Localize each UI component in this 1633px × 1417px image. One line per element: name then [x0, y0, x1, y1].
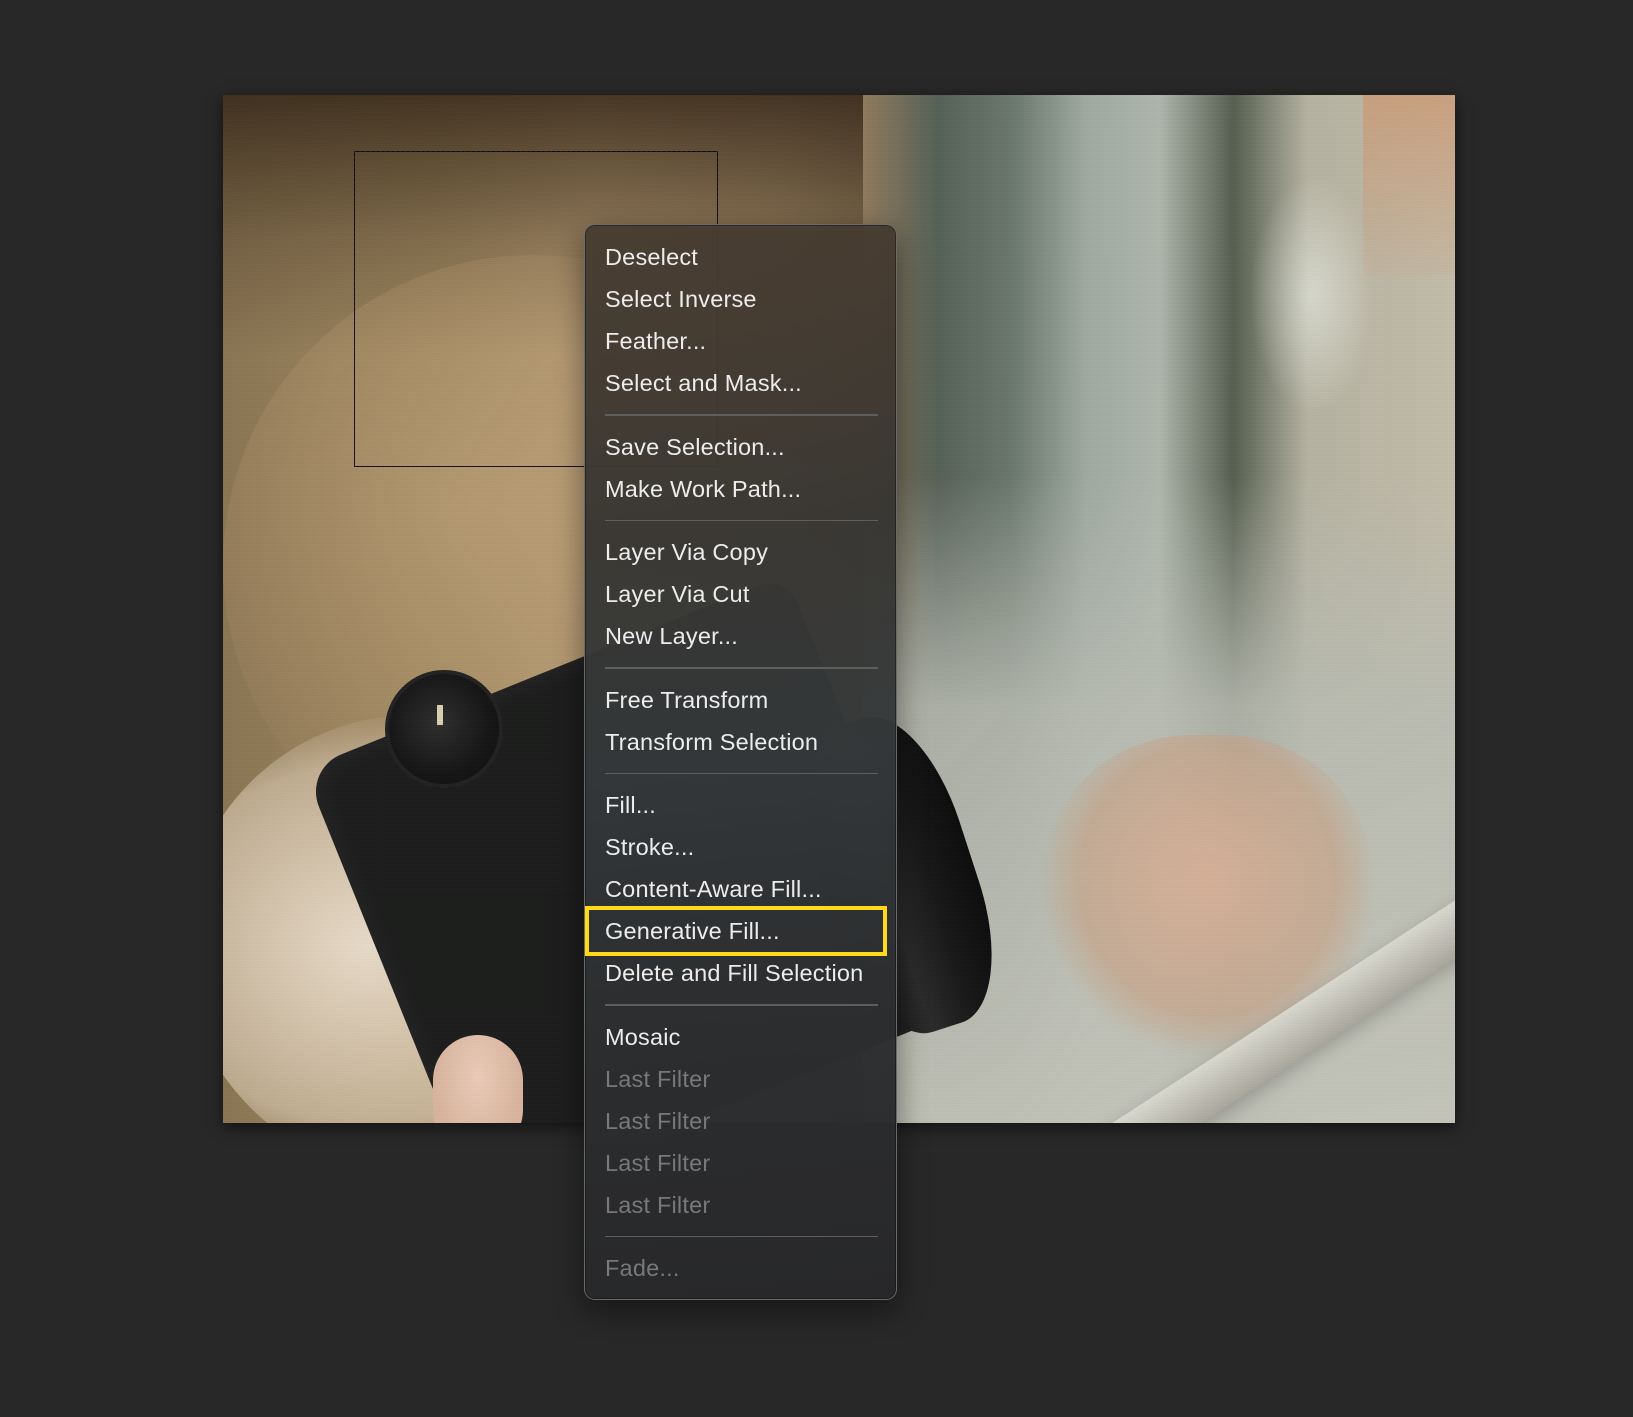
menu-item-save-selection[interactable]: Save Selection...	[585, 426, 896, 468]
menu-item-last-filter: Last Filter	[605, 1149, 711, 1176]
menu-item-last-filter: Last Filter	[605, 1065, 711, 1092]
menu-item-transform-selection[interactable]: Transform Selection	[585, 721, 896, 763]
menu-separator	[605, 772, 878, 774]
menu-item-free-transform[interactable]: Free Transform	[585, 679, 896, 721]
menu-item-feather[interactable]: Feather...	[585, 320, 896, 362]
menu-item-make-work-path[interactable]: Make Work Path...	[585, 468, 896, 510]
menu-separator	[605, 1004, 878, 1006]
menu-item-mosaic[interactable]: Mosaic	[585, 1016, 896, 1058]
menu-item-select-and-mask[interactable]: Select and Mask...	[585, 362, 896, 404]
menu-item-last-filter: Last Filter	[605, 1107, 711, 1134]
menu-separator	[605, 1235, 878, 1237]
menu-item-layer-via-copy[interactable]: Layer Via Copy	[585, 531, 896, 573]
menu-item-deselect[interactable]: Deselect	[585, 236, 896, 278]
menu-item-last-filter: Last Filter	[605, 1191, 711, 1218]
menu-item-delete-and-fill-selection[interactable]: Delete and Fill Selection	[585, 952, 896, 994]
menu-item-fill[interactable]: Fill...	[585, 784, 896, 826]
menu-item-new-layer[interactable]: New Layer...	[585, 615, 896, 657]
menu-item-layer-via-cut[interactable]: Layer Via Cut	[585, 573, 896, 615]
menu-separator	[605, 414, 878, 416]
menu-item-stroke[interactable]: Stroke...	[585, 826, 896, 868]
menu-separator	[605, 667, 878, 669]
menu-item-generative-fill[interactable]: Generative Fill...	[585, 906, 896, 956]
menu-item-generative-fill-label: Generative Fill...	[605, 918, 780, 944]
menu-separator	[605, 519, 878, 521]
menu-item-select-inverse[interactable]: Select Inverse	[585, 278, 896, 320]
menu-item-fade: Fade...	[605, 1255, 680, 1281]
menu-item-content-aware-fill[interactable]: Content-Aware Fill...	[585, 868, 896, 910]
context-menu: Deselect Select Inverse Feather... Selec…	[584, 224, 897, 1300]
